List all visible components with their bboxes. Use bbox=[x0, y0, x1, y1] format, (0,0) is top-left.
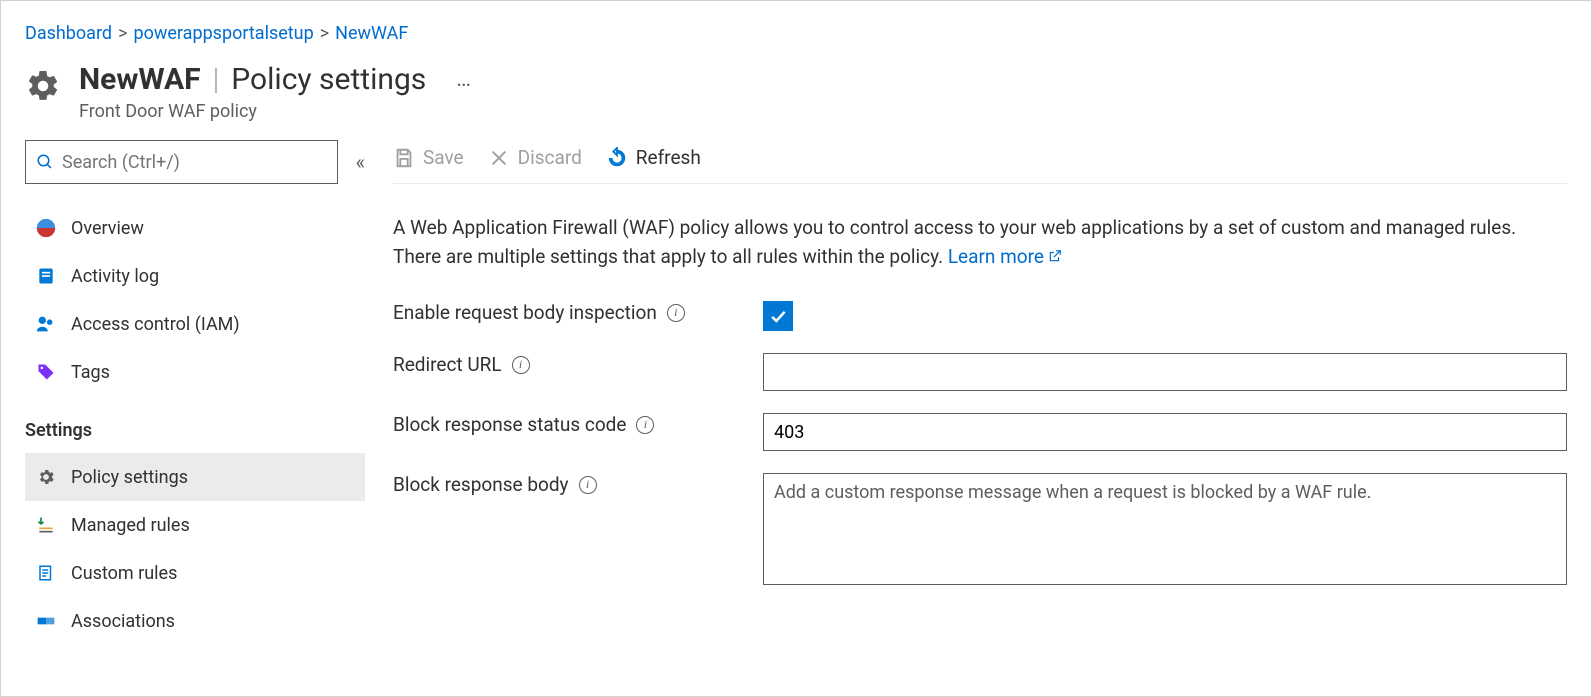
nav-label: Custom rules bbox=[71, 563, 177, 584]
nav-label: Overview bbox=[71, 218, 144, 239]
globe-icon bbox=[35, 217, 57, 239]
nav-heading-settings: Settings bbox=[25, 396, 365, 453]
learn-more-link[interactable]: Learn more bbox=[948, 245, 1062, 268]
page-title-separator: | bbox=[207, 62, 226, 97]
page-title-section: Policy settings bbox=[231, 62, 426, 97]
breadcrumb-separator: > bbox=[118, 23, 127, 44]
check-icon bbox=[768, 306, 788, 326]
more-actions-icon[interactable]: … bbox=[456, 67, 473, 92]
nav-label: Managed rules bbox=[71, 515, 190, 536]
status-code-input[interactable] bbox=[763, 413, 1567, 451]
collapse-nav-icon[interactable]: « bbox=[356, 150, 365, 174]
response-body-textarea[interactable] bbox=[763, 473, 1567, 585]
search-icon bbox=[36, 153, 54, 171]
nav-item-tags[interactable]: Tags bbox=[25, 348, 365, 396]
nav-label: Activity log bbox=[71, 266, 159, 287]
refresh-label: Refresh bbox=[636, 146, 701, 169]
gear-icon bbox=[25, 68, 61, 104]
info-icon[interactable]: i bbox=[512, 356, 530, 374]
description-text: A Web Application Firewall (WAF) policy … bbox=[393, 214, 1567, 271]
link-icon bbox=[35, 610, 57, 632]
search-input[interactable] bbox=[62, 152, 327, 173]
breadcrumb-link-resource[interactable]: NewWAF bbox=[335, 23, 408, 44]
refresh-button[interactable]: Refresh bbox=[606, 146, 701, 169]
save-button[interactable]: Save bbox=[393, 146, 464, 169]
nav-item-activity-log[interactable]: Activity log bbox=[25, 252, 365, 300]
download-list-icon bbox=[35, 514, 57, 536]
nav-item-policy-settings[interactable]: Policy settings bbox=[25, 453, 365, 501]
nav-item-associations[interactable]: Associations bbox=[25, 597, 365, 645]
info-icon[interactable]: i bbox=[636, 416, 654, 434]
nav-item-access-control[interactable]: Access control (IAM) bbox=[25, 300, 365, 348]
nav-item-managed-rules[interactable]: Managed rules bbox=[25, 501, 365, 549]
save-label: Save bbox=[423, 146, 464, 169]
redirect-url-input[interactable] bbox=[763, 353, 1567, 391]
search-input-wrapper[interactable] bbox=[25, 140, 338, 184]
response-body-label: Block response body bbox=[393, 473, 569, 496]
toolbar: Save Discard Refresh bbox=[393, 140, 1567, 184]
discard-button[interactable]: Discard bbox=[488, 146, 582, 169]
enable-inspection-label: Enable request body inspection bbox=[393, 301, 657, 324]
refresh-icon bbox=[606, 147, 628, 169]
nav-item-overview[interactable]: Overview bbox=[25, 204, 365, 252]
nav-label: Associations bbox=[71, 611, 175, 632]
info-icon[interactable]: i bbox=[667, 304, 685, 322]
people-icon bbox=[35, 313, 57, 335]
nav-item-custom-rules[interactable]: Custom rules bbox=[25, 549, 365, 597]
close-icon bbox=[488, 147, 510, 169]
info-icon[interactable]: i bbox=[579, 476, 597, 494]
redirect-url-label: Redirect URL bbox=[393, 353, 502, 376]
nav-label: Access control (IAM) bbox=[71, 314, 240, 335]
page-title-resource: NewWAF bbox=[79, 62, 201, 97]
gear-icon bbox=[35, 466, 57, 488]
breadcrumb: Dashboard > powerappsportalsetup > NewWA… bbox=[25, 23, 1567, 44]
page-subtitle: Front Door WAF policy bbox=[79, 101, 473, 122]
breadcrumb-link-resourcegroup[interactable]: powerappsportalsetup bbox=[133, 23, 313, 44]
external-link-icon bbox=[1048, 243, 1062, 272]
nav-label: Policy settings bbox=[71, 467, 188, 488]
breadcrumb-separator: > bbox=[320, 23, 329, 44]
enable-inspection-checkbox[interactable] bbox=[763, 301, 793, 331]
tag-icon bbox=[35, 361, 57, 383]
breadcrumb-link-dashboard[interactable]: Dashboard bbox=[25, 23, 112, 44]
save-icon bbox=[393, 147, 415, 169]
status-code-label: Block response status code bbox=[393, 413, 626, 436]
log-icon bbox=[35, 265, 57, 287]
page-header: NewWAF | Policy settings … Front Door WA… bbox=[25, 62, 1567, 122]
document-icon bbox=[35, 562, 57, 584]
nav-label: Tags bbox=[71, 362, 110, 383]
discard-label: Discard bbox=[518, 146, 582, 169]
